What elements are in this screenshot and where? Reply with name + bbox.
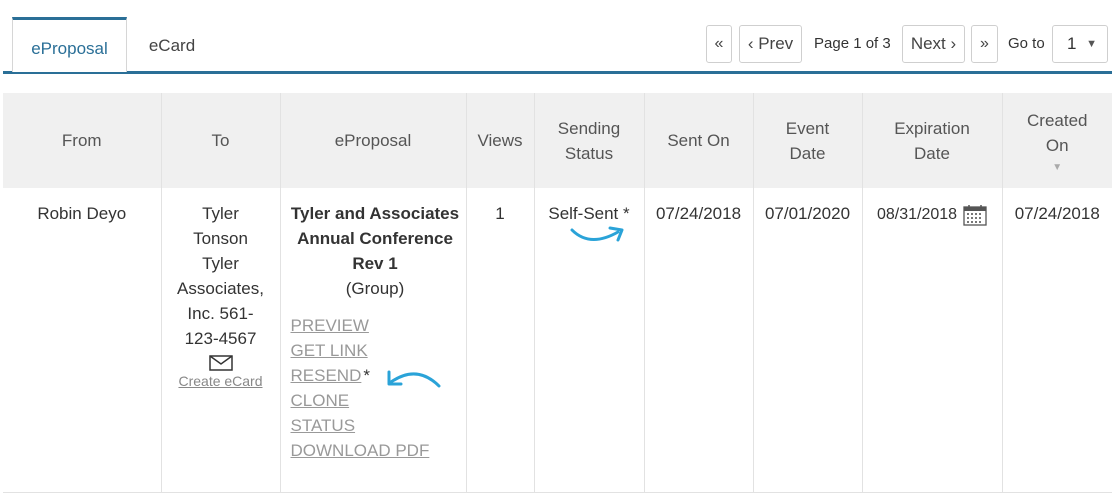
- proposal-title: Tyler and Associates Annual Conference R…: [290, 204, 460, 273]
- create-ecard-link[interactable]: Create eCard: [163, 371, 279, 391]
- header-eproposal[interactable]: eProposal: [280, 93, 467, 188]
- recipient-line: Associates,: [177, 279, 264, 298]
- header-event-date[interactable]: Event Date: [753, 93, 863, 188]
- recipient-line: Tonson: [193, 229, 248, 248]
- expiration-date-value: 08/31/2018: [876, 206, 958, 223]
- resend-link[interactable]: RESEND: [291, 363, 362, 388]
- sort-down-icon: ▼: [1052, 161, 1063, 173]
- mail-icon[interactable]: [208, 355, 233, 371]
- cell-eproposal: Tyler and Associates Annual Conference R…: [280, 188, 467, 493]
- header-views[interactable]: Views: [466, 93, 535, 188]
- cell-from: Robin Deyo: [3, 188, 162, 493]
- header-from[interactable]: From: [3, 93, 162, 188]
- header-to[interactable]: To: [161, 93, 281, 188]
- last-page-button[interactable]: »: [971, 25, 998, 63]
- page-info: Page 1 of 3: [814, 35, 891, 52]
- resend-star: *: [363, 366, 370, 385]
- header-sending-status[interactable]: Sending Status: [534, 93, 645, 188]
- header-sent-on[interactable]: Sent On: [644, 93, 754, 188]
- cell-sent-on: 07/24/2018: [644, 188, 754, 493]
- tab-eproposal[interactable]: eProposal: [12, 17, 127, 72]
- cell-created-on: 07/24/2018: [1002, 188, 1112, 493]
- preview-link[interactable]: PREVIEW: [291, 313, 369, 338]
- cell-expiration-date: 08/31/2018: [862, 188, 1003, 493]
- proposals-table: From To eProposal Views Sending Status Se…: [3, 93, 1112, 493]
- goto-page-value: 1: [1067, 34, 1077, 53]
- proposal-group: (Group): [345, 279, 405, 298]
- recipient-line: Inc. 561-: [187, 304, 254, 323]
- calendar-icon[interactable]: [963, 204, 987, 226]
- header-created-on[interactable]: Created On ▼: [1002, 93, 1112, 188]
- cell-event-date: 07/01/2020: [753, 188, 863, 493]
- select-caret-icon: ▼: [1086, 38, 1097, 50]
- goto-page-select[interactable]: 1 ▼: [1052, 25, 1108, 63]
- cell-views: 1: [466, 188, 535, 493]
- tab-ecard[interactable]: eCard: [128, 17, 216, 73]
- cell-to: Tyler Tonson Tyler Associates, Inc. 561-…: [161, 188, 281, 493]
- tab-underline: [3, 71, 1112, 74]
- recipient-line: Tyler: [202, 204, 239, 223]
- goto-label: Go to: [1008, 35, 1045, 52]
- recipient-line: Tyler: [202, 254, 239, 273]
- table-row: Robin Deyo Tyler Tonson Tyler Associates…: [3, 188, 1112, 493]
- download-pdf-link[interactable]: DOWNLOAD PDF: [291, 438, 430, 463]
- get-link-link[interactable]: GET LINK: [291, 338, 368, 363]
- annotation-arrow-icon: [570, 226, 624, 242]
- table-header-row: From To eProposal Views Sending Status Se…: [3, 93, 1112, 188]
- status-link[interactable]: STATUS: [291, 413, 356, 438]
- first-page-button[interactable]: «: [706, 25, 732, 63]
- annotation-arrow-icon: [387, 370, 441, 388]
- prev-page-button[interactable]: ‹ Prev: [739, 25, 802, 63]
- clone-link[interactable]: CLONE: [291, 388, 350, 413]
- header-expiration-date[interactable]: Expiration Date: [862, 93, 1003, 188]
- next-page-button[interactable]: Next ›: [902, 25, 965, 63]
- recipient-line: 123-4567: [184, 329, 257, 348]
